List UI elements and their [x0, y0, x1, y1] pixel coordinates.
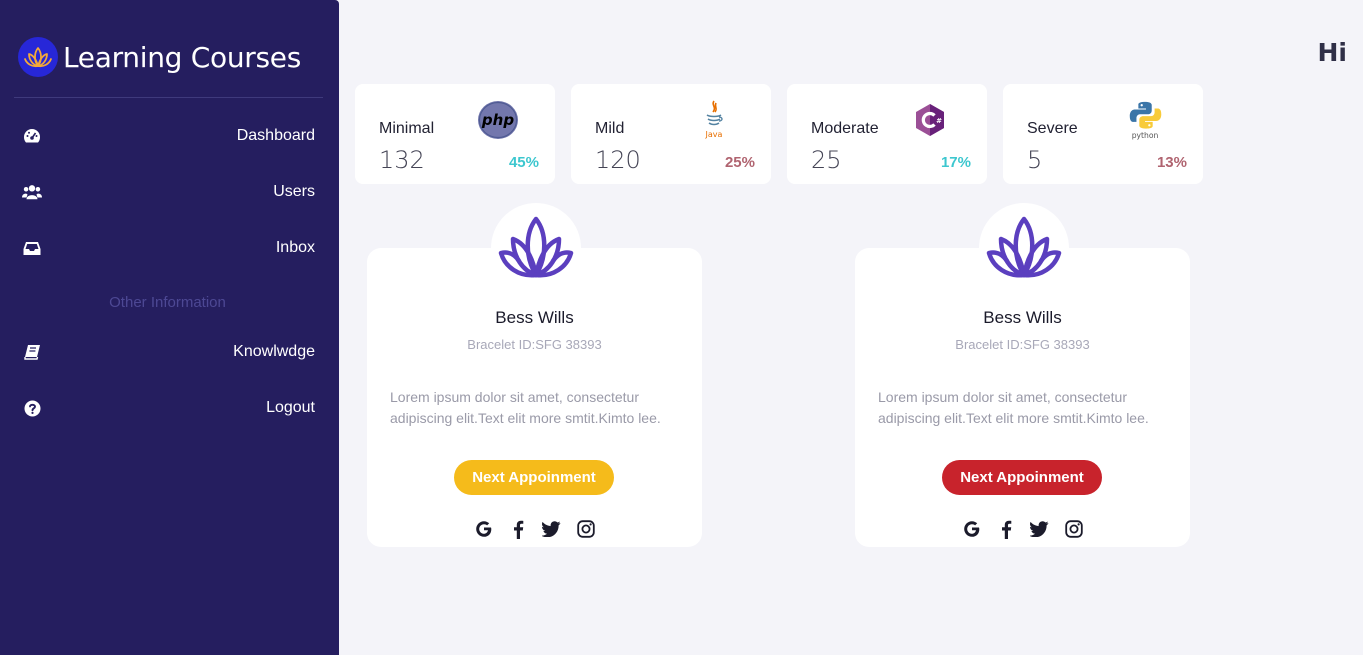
- sidebar-item-users[interactable]: Users: [0, 177, 339, 207]
- sidebar-item-label: Inbox: [275, 239, 315, 256]
- stat-percent: 25%: [724, 154, 755, 171]
- stat-card-minimal[interactable]: Minimal 132 45% php: [355, 84, 555, 184]
- avatar: [491, 203, 581, 293]
- instagram-icon[interactable]: [575, 518, 597, 540]
- svg-text:php: php: [481, 111, 514, 129]
- brand[interactable]: Learning Courses: [18, 36, 301, 78]
- svg-text:python: python: [1132, 131, 1159, 140]
- facebook-icon[interactable]: [995, 518, 1017, 540]
- google-icon[interactable]: [961, 518, 983, 540]
- next-appointment-button[interactable]: Next Appoinment: [942, 460, 1102, 495]
- inbox-icon: [22, 238, 42, 258]
- stat-percent: 13%: [1156, 154, 1187, 171]
- stat-label: Severe: [1027, 120, 1078, 137]
- avatar: [979, 203, 1069, 293]
- stat-card-severe[interactable]: Severe 5 13% python: [1003, 84, 1203, 184]
- csharp-logo-icon: #: [909, 99, 951, 141]
- stat-value: 25: [811, 146, 842, 174]
- twitter-icon[interactable]: [541, 518, 563, 540]
- lotus-icon: [986, 216, 1062, 278]
- sidebar-item-logout[interactable]: Logout: [0, 393, 339, 423]
- svg-text:Java: Java: [705, 130, 723, 139]
- stat-value: 120: [595, 146, 641, 174]
- profile-card: Bess Wills Bracelet ID:SFG 38393 Lorem i…: [367, 203, 702, 547]
- greeting-text: Hi: [1317, 38, 1348, 67]
- question-circle-icon: [22, 398, 42, 418]
- sidebar-item-label: Dashboard: [236, 127, 315, 144]
- python-logo-icon: python: [1125, 99, 1167, 141]
- stat-percent: 17%: [940, 154, 971, 171]
- sidebar-divider: [14, 97, 323, 98]
- sidebar-item-label: Logout: [266, 399, 315, 416]
- social-links: [367, 518, 702, 540]
- users-icon: [22, 182, 42, 202]
- lotus-logo-icon: [18, 37, 58, 77]
- profile-name: Bess Wills: [983, 308, 1062, 327]
- bracelet-id: Bracelet ID:SFG 38393: [467, 337, 602, 352]
- stat-card-moderate[interactable]: Moderate 25 17% #: [787, 84, 987, 184]
- profile-description: Lorem ipsum dolor sit amet, consectetur …: [390, 389, 661, 426]
- sidebar-item-knowledge[interactable]: Knowlwdge: [0, 337, 339, 367]
- sidebar-item-label: Knowlwdge: [233, 343, 315, 360]
- sidebar: Learning Courses Dashboard Users Inbox O…: [0, 0, 339, 655]
- dashboard-gauge-icon: [22, 126, 42, 146]
- next-appointment-button[interactable]: Next Appoinment: [454, 460, 614, 495]
- sidebar-item-label: Users: [273, 183, 315, 200]
- bracelet-id: Bracelet ID:SFG 38393: [955, 337, 1090, 352]
- stat-value: 132: [379, 146, 425, 174]
- stat-label: Moderate: [811, 120, 879, 137]
- stat-label: Mild: [595, 120, 625, 137]
- svg-text:#: #: [936, 117, 942, 125]
- book-icon: [22, 342, 42, 362]
- java-logo-icon: Java: [693, 99, 735, 141]
- profile-description: Lorem ipsum dolor sit amet, consectetur …: [878, 389, 1149, 426]
- sidebar-item-dashboard[interactable]: Dashboard: [0, 121, 339, 151]
- social-links: [855, 518, 1190, 540]
- profile-name: Bess Wills: [495, 308, 574, 327]
- stat-percent: 45%: [508, 154, 539, 171]
- sidebar-item-inbox[interactable]: Inbox: [0, 233, 339, 263]
- facebook-icon[interactable]: [507, 518, 529, 540]
- app-title: Learning Courses: [63, 40, 301, 74]
- twitter-icon[interactable]: [1029, 518, 1051, 540]
- stat-value: 5: [1027, 146, 1043, 174]
- profile-card: Bess Wills Bracelet ID:SFG 38393 Lorem i…: [855, 203, 1190, 547]
- sidebar-section-title: Other Information: [109, 294, 226, 311]
- lotus-icon: [498, 216, 574, 278]
- google-icon[interactable]: [473, 518, 495, 540]
- php-logo-icon: php: [477, 99, 519, 141]
- stat-label: Minimal: [379, 120, 435, 137]
- stat-card-mild[interactable]: Mild 120 25% Java: [571, 84, 771, 184]
- instagram-icon[interactable]: [1063, 518, 1085, 540]
